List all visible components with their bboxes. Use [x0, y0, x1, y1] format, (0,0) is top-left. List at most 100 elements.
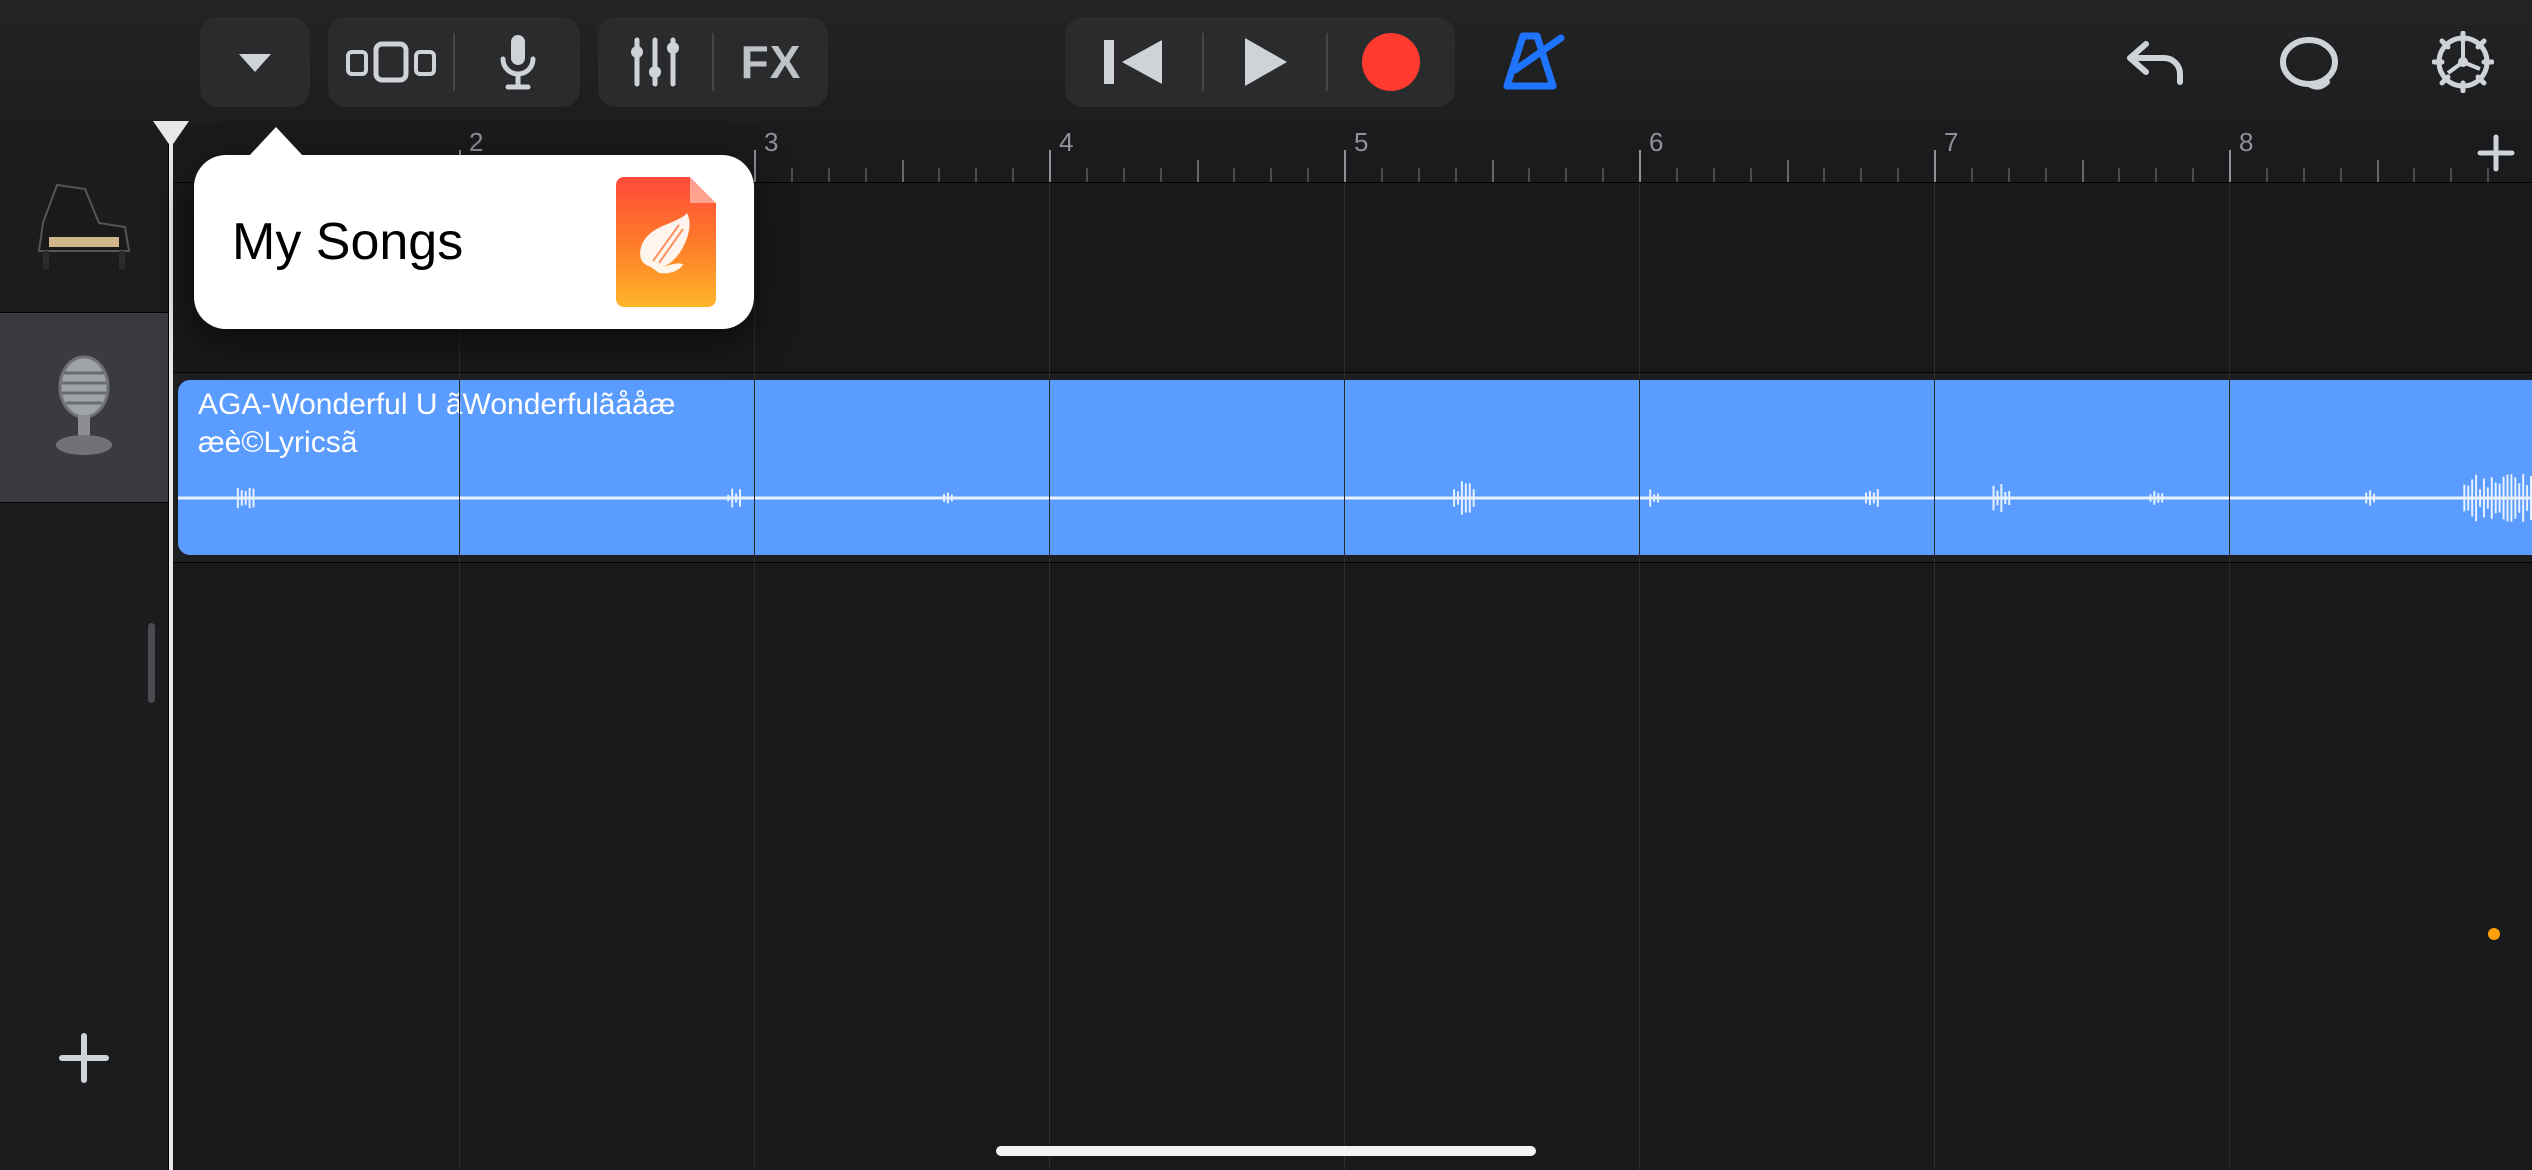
audio-region-title: AGA-Wonderful U ãWonderfulãååæ æè©Lyrics…: [178, 380, 2532, 462]
chevron-down-icon: [231, 38, 279, 86]
transport-cluster: [1065, 17, 1575, 107]
barline: [1639, 183, 1640, 1170]
track-header-piano[interactable]: [0, 123, 168, 313]
ruler-sub-tick: [791, 168, 793, 182]
sliders-icon: [627, 34, 683, 90]
barline: [754, 183, 755, 1170]
ruler-sub-tick: [1565, 168, 1567, 182]
sidebar-scroll-indicator[interactable]: [148, 623, 155, 703]
ruler-sub-tick: [828, 168, 830, 182]
ruler-bar-number: 5: [1354, 127, 1368, 158]
settings-button[interactable]: [2428, 17, 2498, 107]
mic-input-button[interactable]: [455, 33, 580, 91]
ruler-sub-tick: [2008, 168, 2010, 182]
track-controls-button[interactable]: [598, 34, 712, 90]
piano-icon: [29, 163, 139, 273]
ruler-sub-tick: [1381, 168, 1383, 182]
fx-button[interactable]: FX: [714, 35, 828, 89]
ruler-bar-tick: [1049, 150, 1051, 182]
add-track-button[interactable]: [44, 1018, 124, 1098]
ruler-sub-tick: [2303, 168, 2305, 182]
ruler-bar-tick: [1639, 150, 1641, 182]
ruler-sub-tick: [1823, 168, 1825, 182]
ruler-bar-number: 2: [469, 127, 483, 158]
barline: [1049, 183, 1050, 1170]
divider: [1202, 33, 1204, 91]
microphone-icon: [494, 33, 542, 91]
toolbar-right-cluster: [2120, 17, 2498, 107]
ruler-sub-tick: [2155, 168, 2157, 182]
playhead[interactable]: [169, 123, 173, 1170]
metronome-icon: [1495, 30, 1565, 94]
ruler-bar-number: 3: [764, 127, 778, 158]
fx-label: FX: [741, 35, 802, 89]
my-songs-popover[interactable]: My Songs: [194, 155, 754, 329]
record-button[interactable]: [1362, 33, 1420, 91]
record-icon: [1362, 33, 1420, 91]
ruler-sub-tick: [1860, 168, 1862, 182]
ruler-sub-tick: [938, 168, 940, 182]
ruler-sub-tick: [902, 160, 904, 182]
ruler-sub-tick: [2118, 168, 2120, 182]
transport-controls: [1065, 17, 1455, 107]
toolbar-left-cluster: FX: [188, 17, 828, 107]
ruler-sub-tick: [2487, 168, 2489, 182]
top-toolbar: FX: [0, 0, 2532, 123]
ruler-sub-tick: [1418, 168, 1420, 182]
skip-back-icon: [1100, 36, 1168, 88]
ruler-sub-tick: [2045, 168, 2047, 182]
add-section-button[interactable]: [2470, 127, 2522, 179]
ruler-sub-tick: [2450, 168, 2452, 182]
loop-icon: [2277, 34, 2341, 90]
play-icon: [1239, 34, 1291, 90]
ruler-sub-tick: [1086, 168, 1088, 182]
ruler-bar-number: 6: [1649, 127, 1663, 158]
track-row[interactable]: AGA-Wonderful U ãWonderfulãååæ æè©Lyrics…: [169, 373, 2532, 563]
vintage-mic-icon: [29, 353, 139, 463]
home-indicator[interactable]: [996, 1146, 1536, 1156]
loop-browser-button[interactable]: [2274, 17, 2344, 107]
barline: [2229, 183, 2230, 1170]
ruler-sub-tick: [1713, 168, 1715, 182]
track-headers-sidebar: [0, 123, 169, 1170]
track-header-mic[interactable]: [0, 313, 168, 503]
undo-button[interactable]: [2120, 17, 2190, 107]
ruler-bar-number: 7: [1944, 127, 1958, 158]
undo-icon: [2124, 36, 2186, 88]
ruler-bar-number: 8: [2239, 127, 2253, 158]
tracks-view-button[interactable]: [328, 38, 453, 86]
ruler-sub-tick: [2192, 168, 2194, 182]
ruler-sub-tick: [2340, 168, 2342, 182]
ruler-sub-tick: [1160, 168, 1162, 182]
orange-indicator-dot: [2488, 928, 2500, 940]
ruler-sub-tick: [1602, 168, 1604, 182]
ruler-sub-tick: [1897, 168, 1899, 182]
browser-dropdown-button[interactable]: [200, 17, 310, 107]
ruler-bar-tick: [1344, 150, 1346, 182]
ruler-bar-tick: [1934, 150, 1936, 182]
ruler-sub-tick: [1787, 160, 1789, 182]
ruler-bar-number: 4: [1059, 127, 1073, 158]
ruler-sub-tick: [1123, 168, 1125, 182]
view-mode-toggle: [328, 17, 580, 107]
ruler-sub-tick: [1270, 168, 1272, 182]
go-to-start-button[interactable]: [1100, 36, 1168, 88]
ruler-sub-tick: [2082, 160, 2084, 182]
mixer-fx-toggle: FX: [598, 17, 828, 107]
barline: [1344, 183, 1345, 1170]
audio-waveform: [178, 463, 2532, 533]
plus-icon: [2476, 133, 2516, 173]
ruler-sub-tick: [1197, 160, 1199, 182]
ruler-bar-tick: [754, 150, 756, 182]
gear-icon: [2432, 31, 2494, 93]
ruler-sub-tick: [1676, 168, 1678, 182]
barline: [1934, 183, 1935, 1170]
ruler-sub-tick: [1971, 168, 1973, 182]
garageband-doc-icon: [616, 177, 716, 307]
ruler-sub-tick: [1492, 160, 1494, 182]
audio-region[interactable]: AGA-Wonderful U ãWonderfulãååæ æè©Lyrics…: [178, 380, 2532, 555]
ruler-sub-tick: [865, 168, 867, 182]
metronome-button[interactable]: [1485, 30, 1575, 94]
tracks-area[interactable]: AGA-Wonderful U ãWonderfulãååæ æè©Lyrics…: [169, 183, 2532, 1170]
play-button[interactable]: [1239, 34, 1291, 90]
